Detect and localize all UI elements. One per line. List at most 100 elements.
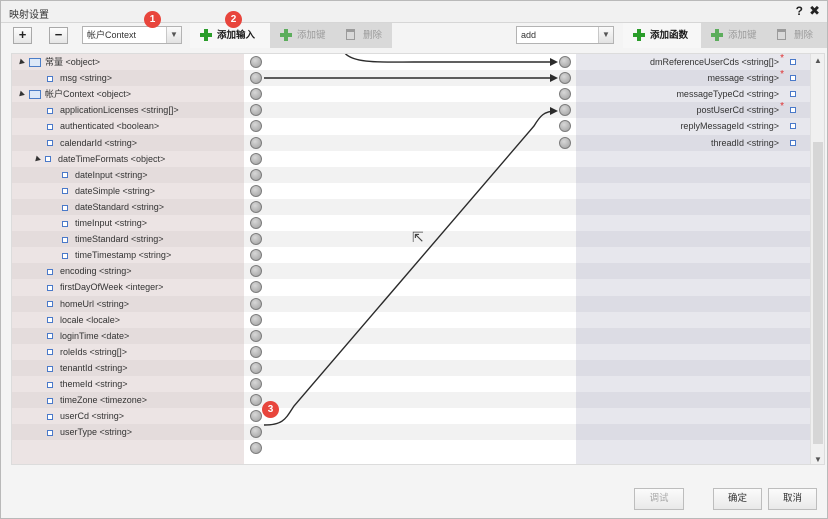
chevron-down-icon[interactable]: ▼ xyxy=(598,27,613,43)
expand-button[interactable]: + xyxy=(13,27,32,44)
delete-right-button[interactable]: 删除 xyxy=(767,23,827,48)
target-select[interactable]: add ▼ xyxy=(516,26,614,44)
wire-usercd-to-postusercd[interactable] xyxy=(263,110,557,426)
source-field-row[interactable]: dateInput <string> xyxy=(12,166,244,183)
target-field-row[interactable]: dmReferenceUserCds <string[]> * xyxy=(576,54,810,70)
target-connector-handle[interactable] xyxy=(559,56,571,68)
source-field-row[interactable]: timeTimestamp <string> xyxy=(12,247,244,263)
source-connector-handle[interactable] xyxy=(250,184,262,197)
source-field-row[interactable]: loginTime <date> xyxy=(12,327,244,344)
trash-icon xyxy=(777,29,786,40)
source-field-row[interactable]: timeStandard <string> xyxy=(12,231,244,248)
scrollbar-thumb[interactable] xyxy=(813,142,823,444)
add-key-label: 添加键 xyxy=(297,30,326,41)
source-field-row[interactable]: applicationLicenses <string[]> xyxy=(12,102,244,119)
test-button[interactable]: 调试 xyxy=(634,488,684,510)
source-field-row[interactable]: userType <string> xyxy=(12,424,244,441)
target-field-row[interactable]: replyMessageId <string> xyxy=(576,118,810,134)
source-connector-handle[interactable] xyxy=(250,72,262,85)
source-connector-handle[interactable] xyxy=(250,345,262,358)
empty-row xyxy=(576,151,810,167)
empty-row xyxy=(576,440,810,456)
source-field-row[interactable]: userCd <string> xyxy=(12,408,244,424)
ok-button[interactable]: 确定 xyxy=(713,488,762,510)
connector-area xyxy=(244,54,576,464)
annotation-badge-1: 1 xyxy=(144,11,161,28)
help-icon[interactable]: ? xyxy=(796,4,803,18)
source-field-row[interactable]: dateSimple <string> xyxy=(12,183,244,199)
source-connector-handle[interactable] xyxy=(250,152,262,165)
empty-row xyxy=(12,440,244,456)
target-select-value: add xyxy=(521,30,537,40)
expand-toggle-icon[interactable] xyxy=(33,155,41,164)
source-field-row[interactable]: authenticated <boolean> xyxy=(12,118,244,134)
target-field-row[interactable]: threadId <string> xyxy=(576,134,810,151)
source-connector-handle[interactable] xyxy=(250,56,262,68)
delete-label: 删除 xyxy=(363,30,383,41)
source-field-row[interactable]: locale <locale> xyxy=(12,312,244,328)
target-field-row[interactable]: postUserCd <string> * xyxy=(576,101,810,119)
source-field-row[interactable]: dateTimeFormats <object> xyxy=(12,151,244,167)
add-key-button[interactable]: 添加键 xyxy=(270,23,336,48)
source-field-row[interactable]: firstDayOfWeek <integer> xyxy=(12,279,244,295)
wire-constant-to-dmreference[interactable] xyxy=(344,54,556,63)
scroll-up-icon[interactable]: ▲ xyxy=(814,56,822,65)
vertical-scrollbar[interactable]: ▲ ▼ xyxy=(810,54,824,464)
source-field-label: dateSimple <string> xyxy=(75,185,156,196)
add-function-button[interactable]: 添加函数 xyxy=(623,23,701,48)
source-connector-handle[interactable] xyxy=(250,233,262,246)
collapse-button[interactable]: − xyxy=(49,27,68,44)
field-icon xyxy=(47,317,53,324)
target-connector-handle[interactable] xyxy=(559,72,571,85)
source-field-label: dateInput <string> xyxy=(75,169,148,180)
source-connector-handle[interactable] xyxy=(250,361,262,374)
source-field-row[interactable]: calendarId <string> xyxy=(12,134,244,151)
source-connector-handle[interactable] xyxy=(250,168,262,181)
delete-button[interactable]: 删除 xyxy=(336,23,392,48)
chevron-down-icon[interactable]: ▼ xyxy=(166,27,181,43)
field-icon xyxy=(62,236,68,243)
target-connector-handle[interactable] xyxy=(559,136,571,149)
close-icon[interactable]: ✖ xyxy=(809,3,820,19)
source-field-row[interactable]: roleIds <string[]> xyxy=(12,344,244,360)
source-field-row[interactable]: timeZone <timezone> xyxy=(12,392,244,409)
source-field-label: themeId <string> xyxy=(60,379,128,389)
source-field-label: applicationLicenses <string[]> xyxy=(60,105,179,116)
source-field-row[interactable]: 帐户Context <object> xyxy=(12,86,244,102)
add-key-right-button[interactable]: 添加键 xyxy=(701,23,767,48)
source-connector-handle[interactable] xyxy=(250,297,262,310)
target-field-label: messageTypeCd <string> xyxy=(676,89,779,100)
target-field-row[interactable]: message <string> * xyxy=(576,69,810,87)
dialog-title: 映射设置 xyxy=(9,10,49,21)
expand-toggle-icon[interactable] xyxy=(17,58,25,67)
empty-row xyxy=(576,344,810,360)
source-field-row[interactable]: timeInput <string> xyxy=(12,215,244,231)
target-field-row[interactable]: messageTypeCd <string> xyxy=(576,86,810,102)
empty-row xyxy=(576,327,810,344)
field-icon xyxy=(47,75,53,82)
context-select-value: 帐户Context xyxy=(87,30,137,40)
empty-row xyxy=(576,166,810,183)
field-icon xyxy=(47,381,53,388)
source-field-row[interactable]: themeId <string> xyxy=(12,376,244,392)
source-connector-handle[interactable] xyxy=(250,217,262,229)
source-connector-handle[interactable] xyxy=(250,200,262,213)
source-connector-handle[interactable] xyxy=(250,329,262,342)
source-field-row[interactable]: 常量 <object> xyxy=(12,54,244,70)
scroll-down-icon[interactable]: ▼ xyxy=(814,455,822,464)
source-connector-handle[interactable] xyxy=(250,313,262,326)
expand-toggle-icon[interactable] xyxy=(17,90,25,99)
source-field-row[interactable]: homeUrl <string> xyxy=(12,295,244,312)
source-field-label: tenantId <string> xyxy=(60,362,128,373)
source-field-row[interactable]: encoding <string> xyxy=(12,263,244,280)
target-field-label: threadId <string> xyxy=(710,137,779,148)
field-icon xyxy=(47,365,53,372)
source-field-row[interactable]: tenantId <string> xyxy=(12,359,244,376)
source-field-row[interactable]: msg <string> xyxy=(12,70,244,87)
source-connector-handle[interactable] xyxy=(250,378,262,390)
source-connector-handle[interactable] xyxy=(250,136,262,149)
cancel-button[interactable]: 取消 xyxy=(768,488,817,510)
source-connector-handle[interactable] xyxy=(250,394,262,407)
context-select[interactable]: 帐户Context ▼ xyxy=(82,26,182,44)
source-field-row[interactable]: dateStandard <string> xyxy=(12,198,244,215)
